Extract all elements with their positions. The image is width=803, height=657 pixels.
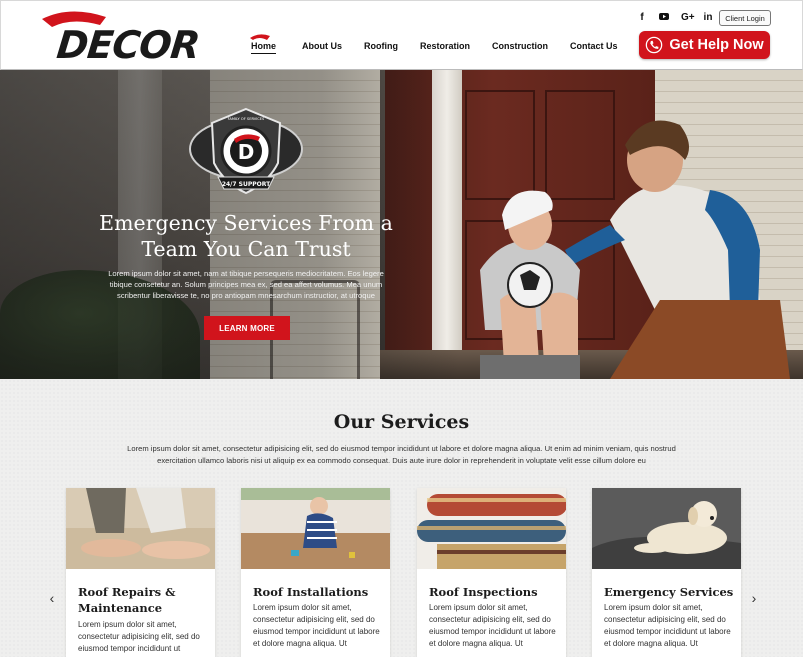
nav-item-home[interactable]: Home: [250, 34, 277, 54]
service-card-title: Roof Repairs & Maintenance: [78, 585, 176, 615]
service-image-toddler-on-floor: [241, 488, 390, 569]
site-header: DECOR Home About Us Roofing Restoration …: [0, 0, 803, 70]
service-card-roof-installations[interactable]: Roof Installations Lorem ipsum dolor sit…: [241, 488, 390, 657]
services-title: Our Services: [333, 411, 470, 433]
youtube-icon[interactable]: [659, 11, 669, 24]
services-section: Our Services Lorem ipsum dolor sit amet,…: [0, 379, 803, 657]
service-image-rolled-rugs: [417, 488, 566, 569]
service-card-text: Lorem ipsum dolor sit amet, consectetur …: [429, 603, 556, 648]
hero-banner: D FAMILY OF SERVICES 24/7 SUPPORT Emerge…: [0, 70, 803, 379]
carousel-next-icon[interactable]: ›: [747, 590, 761, 606]
service-card-roof-inspections[interactable]: Roof Inspections Lorem ipsum dolor sit a…: [417, 488, 566, 657]
badge-support-text: 24/7 SUPPORT: [222, 181, 271, 188]
decor-logo[interactable]: DECOR: [37, 7, 237, 67]
service-card-text: Lorem ipsum dolor sit amet, consectetur …: [253, 603, 380, 648]
service-card-emergency-services[interactable]: Emergency Services Lorem ipsum dolor sit…: [592, 488, 741, 657]
linkedin-icon[interactable]: in: [703, 12, 713, 23]
logo-wordmark: DECOR: [54, 23, 202, 67]
hero-description: Lorem ipsum dolor sit amet, nam at tibiq…: [108, 269, 384, 300]
badge-top-text: FAMILY OF SERVICES: [228, 117, 265, 121]
home-swoosh-icon: [250, 34, 270, 40]
nav-label-home: Home: [251, 41, 277, 51]
learn-more-button[interactable]: LEARN MORE: [204, 316, 290, 340]
nav-item-restoration[interactable]: Restoration: [420, 41, 470, 51]
nav-item-roofing[interactable]: Roofing: [364, 41, 398, 51]
client-login-button[interactable]: Client Login: [719, 10, 771, 26]
service-card-title: Roof Installations: [253, 585, 369, 599]
main-nav: Home About Us Roofing Restoration Constr…: [250, 34, 640, 57]
service-card-text: Lorem ipsum dolor sit amet, consectetur …: [78, 620, 200, 653]
nav-item-about-us[interactable]: About Us: [302, 41, 342, 51]
carousel-prev-icon[interactable]: ‹: [45, 590, 59, 606]
nav-item-contact-us[interactable]: Contact Us: [570, 41, 618, 51]
service-card-title: Emergency Services: [604, 585, 734, 599]
phone-icon: [646, 36, 663, 54]
service-card-text: Lorem ipsum dolor sit amet, consectetur …: [604, 603, 731, 648]
badge-letter: D: [238, 140, 255, 164]
service-card-roof-repairs[interactable]: Roof Repairs & Maintenance Lorem ipsum d…: [66, 488, 215, 657]
service-image-puppy-on-rug: [592, 488, 741, 569]
service-card-title: Roof Inspections: [429, 585, 538, 599]
services-description: Lorem ipsum dolor sit amet, consectetur …: [127, 444, 676, 465]
google-plus-icon[interactable]: G+: [681, 12, 695, 23]
nav-item-construction[interactable]: Construction: [492, 41, 548, 51]
active-underline: [251, 53, 277, 54]
hero-title: Emergency Services From a Team You Can T…: [99, 211, 393, 261]
help-button-label: Get Help Now: [669, 37, 764, 53]
get-help-now-button[interactable]: Get Help Now: [639, 31, 770, 59]
family-of-services-badge: D FAMILY OF SERVICES 24/7 SUPPORT: [189, 107, 303, 195]
facebook-icon[interactable]: f: [637, 12, 647, 23]
social-links: f G+ in: [637, 11, 725, 24]
service-image-feet-on-carpet: [66, 488, 215, 569]
hero-photo-father-and-son: [480, 120, 790, 379]
